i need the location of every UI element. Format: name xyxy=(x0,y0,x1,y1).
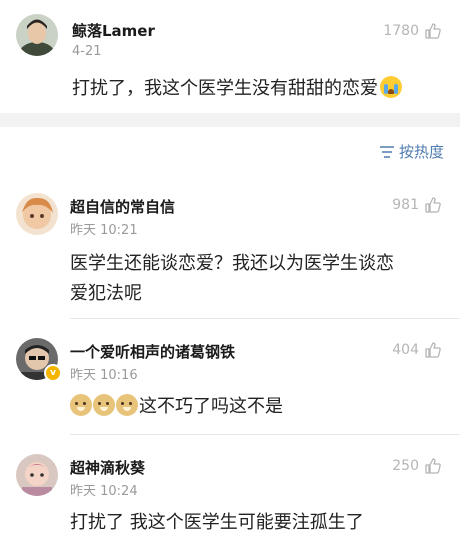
comment-text-line: 医学生还能谈恋爱？我还以为医学生谈恋 xyxy=(70,253,394,274)
avatar[interactable] xyxy=(16,454,58,496)
crying-emoji-icon xyxy=(380,76,402,98)
comment-text: 打扰了，我这个医学生没有甜甜的恋爱 xyxy=(72,74,402,104)
sort-icon xyxy=(379,145,395,159)
avatar[interactable] xyxy=(16,193,58,235)
like-button[interactable]: 250 xyxy=(392,457,442,475)
username[interactable]: 鲸落Lamer xyxy=(72,20,155,41)
timestamp: 昨天 10:16 xyxy=(70,368,138,383)
section-divider xyxy=(0,113,460,127)
verified-badge-icon: v xyxy=(44,364,62,382)
timestamp: 昨天 10:21 xyxy=(70,223,138,238)
username[interactable]: 一个爱听相声的诸葛钢铁 xyxy=(70,341,235,362)
sort-bar: 按热度 xyxy=(0,127,460,171)
timestamp: 4-21 xyxy=(72,44,102,59)
thumbs-up-icon xyxy=(424,22,442,40)
thumbs-up-icon xyxy=(424,457,442,475)
like-button[interactable]: 1780 xyxy=(383,22,442,40)
like-count: 250 xyxy=(392,458,419,474)
comment-text: 医学生还能谈恋爱？我还以为医学生谈恋 爱犯法呢 xyxy=(70,249,394,309)
username[interactable]: 超神滴秋葵 xyxy=(70,457,145,478)
like-count: 981 xyxy=(392,197,419,213)
comment-text-span: 打扰了 我这个医学生可能要注孤生了 xyxy=(70,512,364,533)
avatar[interactable] xyxy=(16,14,58,56)
sort-label: 按热度 xyxy=(398,143,444,161)
thumbs-up-icon xyxy=(424,341,442,359)
like-count: 1780 xyxy=(383,23,419,39)
doge-emoji-icon xyxy=(93,394,115,416)
badge-text: v xyxy=(50,368,56,378)
thumbs-up-icon xyxy=(424,196,442,214)
comment-text-span: 这不巧了吗这不是 xyxy=(139,396,283,417)
doge-emoji-icon xyxy=(116,394,138,416)
comment-text-span: 打扰了，我这个医学生没有甜甜的恋爱 xyxy=(72,78,378,99)
username[interactable]: 超自信的常自信 xyxy=(70,196,175,217)
comment-text: 这不巧了吗这不是 xyxy=(70,392,283,422)
doge-emoji-icon xyxy=(70,394,92,416)
top-comment: 鲸落Lamer 4-21 1780 打扰了，我这个医学生没有甜甜的恋爱 xyxy=(0,0,460,113)
like-count: 404 xyxy=(392,342,419,358)
timestamp: 昨天 10:24 xyxy=(70,484,138,499)
comment-text-line: 爱犯法呢 xyxy=(70,283,142,304)
like-button[interactable]: 404 xyxy=(392,341,442,359)
like-button[interactable]: 981 xyxy=(392,196,442,214)
divider xyxy=(70,434,460,435)
sort-by-hot-button[interactable]: 按热度 xyxy=(379,141,444,162)
divider xyxy=(70,318,460,319)
comment-text: 打扰了 我这个医学生可能要注孤生了 xyxy=(70,508,364,538)
